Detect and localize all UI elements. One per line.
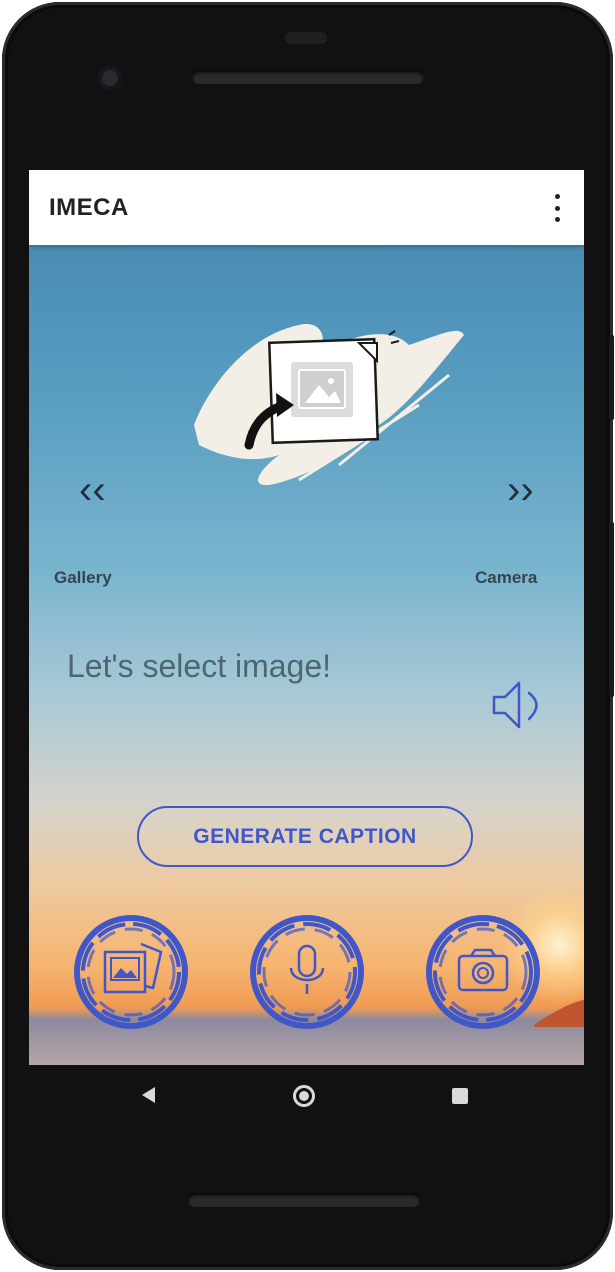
microphone-icon <box>250 915 364 1029</box>
speaker-icon[interactable] <box>489 677 545 733</box>
front-camera <box>98 66 122 90</box>
image-upload-illustration <box>194 324 464 486</box>
app-screen: IMECA ‹‹ ›› Gallery Camera Let's select … <box>29 170 584 1065</box>
main-content: ‹‹ ›› Gallery Camera Let's select image!… <box>29 245 584 1065</box>
app-bar: IMECA <box>29 170 584 245</box>
back-icon[interactable] <box>142 1087 155 1103</box>
gallery-icon <box>74 915 188 1029</box>
system-navigation-bar <box>29 1065 584 1130</box>
gallery-button[interactable] <box>71 912 191 1032</box>
camera-label: Camera <box>475 568 538 587</box>
earpiece-slot <box>285 32 327 44</box>
microphone-button[interactable] <box>247 912 367 1032</box>
recent-apps-icon[interactable] <box>452 1088 468 1104</box>
bottom-speaker-grille <box>188 1193 420 1207</box>
home-icon[interactable] <box>293 1085 315 1107</box>
caption-prompt-text: Let's select image! <box>67 648 332 684</box>
app-title: IMECA <box>49 194 129 221</box>
gallery-label: Gallery <box>54 568 112 587</box>
top-speaker-grille <box>192 70 424 84</box>
volume-button <box>609 522 614 697</box>
power-button <box>609 335 614 420</box>
more-vert-icon[interactable] <box>546 194 568 222</box>
next-arrow-icon[interactable]: ›› <box>507 470 534 510</box>
camera-icon <box>426 915 540 1029</box>
previous-arrow-icon[interactable]: ‹‹ <box>79 470 106 510</box>
camera-button[interactable] <box>423 912 543 1032</box>
generate-caption-button[interactable]: GENERATE CAPTION <box>137 806 473 867</box>
